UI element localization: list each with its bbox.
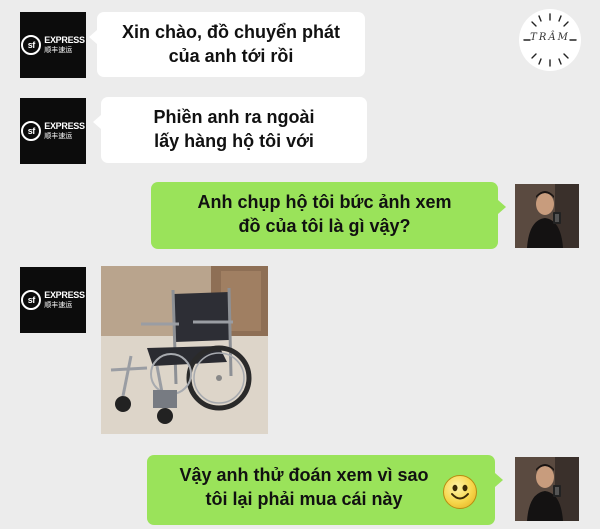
message-bubble-incoming[interactable]: Phiền anh ra ngoài lấy hàng hộ tôi với — [93, 97, 367, 163]
user-photo-icon — [515, 457, 579, 521]
user-avatar[interactable] — [515, 457, 579, 521]
watermark-text: TRÂM — [530, 32, 570, 43]
sf-logo-word: EXPRESS — [44, 290, 85, 300]
wheelchair-photo-icon — [101, 266, 268, 434]
watermark-stamp: TRÂM — [519, 9, 581, 71]
message-bubble-outgoing[interactable]: Vậy anh thử đoán xem vì sao tôi lại phải… — [147, 455, 503, 525]
sf-logo-chinese: 顺丰速运 — [44, 302, 73, 309]
sf-logo-letters: sf — [21, 121, 42, 141]
sf-logo-letters: sf — [21, 35, 42, 55]
user-photo-icon — [515, 184, 579, 248]
sf-logo-word: EXPRESS — [44, 35, 85, 45]
message-text-line: Phiền anh ra ngoài — [153, 107, 315, 127]
sf-express-logo: sf EXPRESS 顺丰速运 — [21, 35, 85, 55]
sender-avatar[interactable]: sf EXPRESS 顺丰速运 — [20, 12, 86, 78]
sf-logo-word: EXPRESS — [44, 121, 85, 131]
sf-express-logo: sf EXPRESS 顺丰速运 — [21, 290, 85, 310]
image-message-wheelchair[interactable] — [101, 266, 268, 434]
user-avatar[interactable] — [515, 184, 579, 248]
message-text-line: của anh tới rồi — [168, 46, 294, 66]
message-text-line: tôi lại phải mua cái này — [205, 489, 403, 509]
sf-logo-chinese: 顺丰速运 — [44, 47, 73, 54]
sender-avatar[interactable]: sf EXPRESS 顺丰速运 — [20, 267, 86, 333]
sender-avatar[interactable]: sf EXPRESS 顺丰速运 — [20, 98, 86, 164]
sf-logo-letters: sf — [21, 290, 42, 310]
sf-express-logo: sf EXPRESS 顺丰速运 — [21, 121, 85, 141]
message-text-line: Xin chào, đồ chuyển phát — [121, 22, 341, 42]
smiley-face-icon — [443, 475, 477, 509]
message-text-line: Vậy anh thử đoán xem vì sao — [179, 465, 429, 485]
message-bubble-outgoing[interactable]: Anh chụp hộ tôi bức ảnh xem đồ của tôi l… — [151, 182, 506, 249]
message-text-line: đồ của tôi là gì vậy? — [238, 216, 411, 236]
message-bubble-incoming[interactable]: Xin chào, đồ chuyển phát của anh tới rồi — [89, 12, 365, 77]
sf-logo-chinese: 顺丰速运 — [44, 133, 73, 140]
message-text-line: Anh chụp hộ tôi bức ảnh xem — [197, 192, 452, 212]
message-text-line: lấy hàng hộ tôi với — [154, 131, 314, 151]
